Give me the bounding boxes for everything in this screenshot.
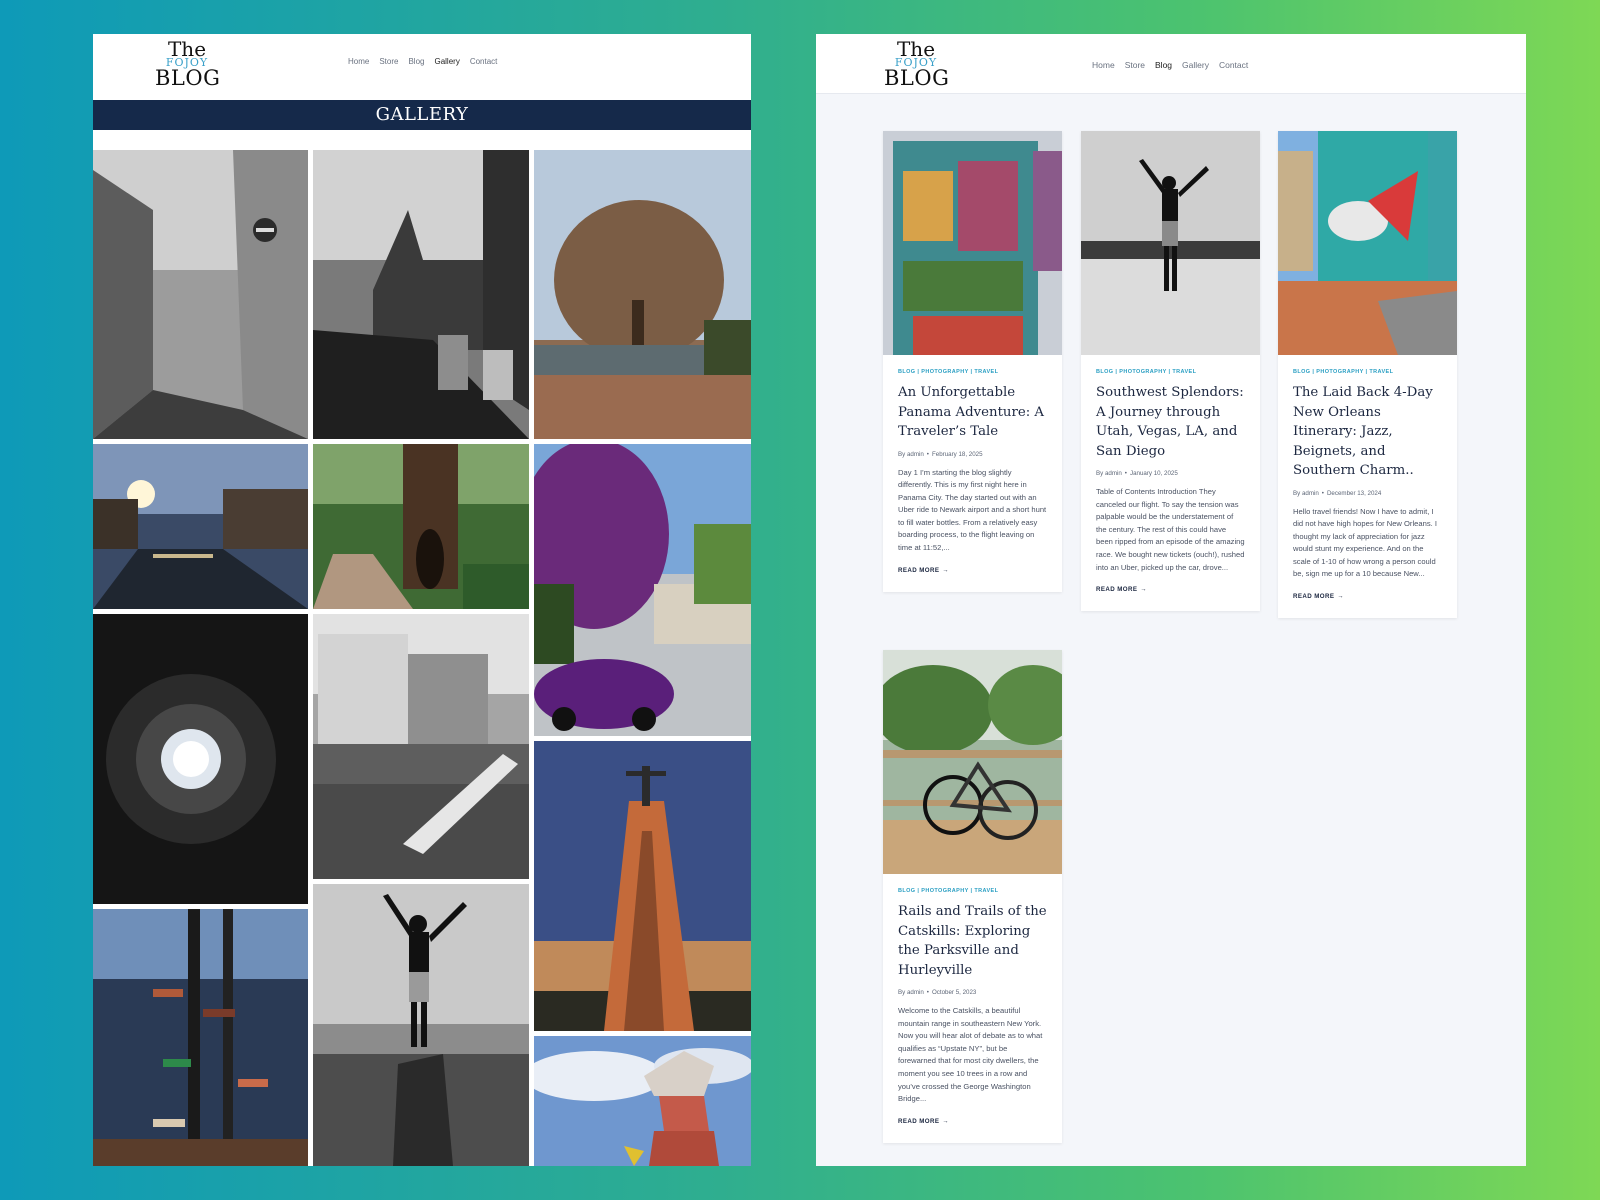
post-author[interactable]: By admin — [1096, 470, 1122, 477]
main-nav: Home Store Blog Gallery Contact — [348, 57, 497, 66]
main-nav: Home Store Blog Gallery Contact — [1092, 60, 1248, 70]
nav-blog[interactable]: Blog — [408, 57, 424, 66]
read-more-link[interactable]: READ MORE → — [1096, 586, 1245, 593]
arrow-right-icon: → — [1140, 586, 1148, 594]
post-excerpt: Hello travel friends! Now I have to admi… — [1293, 506, 1437, 579]
post-card[interactable]: BLOG | PHOTOGRAPHY | TRAVEL Southwest Sp… — [1081, 131, 1260, 612]
nav-blog[interactable]: Blog — [1155, 60, 1172, 70]
read-more-link[interactable]: READ MORE → — [1293, 593, 1442, 600]
gallery-photo-bench[interactable] — [313, 614, 529, 879]
gallery-photo-purple-beetle[interactable] — [534, 444, 751, 736]
post-excerpt: Day 1 I’m starting the blog slightly dif… — [898, 467, 1047, 553]
gallery-photo-street[interactable] — [93, 150, 308, 439]
post-author[interactable]: By admin — [898, 989, 924, 996]
post-excerpt: Table of Contents Introduction They canc… — [1096, 487, 1245, 572]
photo-willow-image — [534, 150, 751, 439]
photo-bruges-canal-image — [313, 150, 529, 439]
nav-contact[interactable]: Contact — [1219, 60, 1248, 70]
post-meta: By admin • February 18, 2025 — [898, 451, 1047, 458]
gallery-photo-redwood[interactable] — [313, 444, 529, 609]
post-title[interactable]: Southwest Splendors: A Journey through U… — [1096, 383, 1245, 461]
post-thumbnail-nola-mural-image — [1278, 131, 1457, 355]
site-header: The FOJOY BLOG Home Store Blog Gallery C… — [93, 34, 751, 100]
post-date: January 10, 2025 — [1129, 470, 1178, 477]
photo-rock-stack-image — [534, 1036, 751, 1166]
gallery-page: The FOJOY BLOG Home Store Blog Gallery C… — [93, 34, 751, 1166]
post-date: February 18, 2025 — [931, 450, 983, 458]
site-logo[interactable]: The FOJOY BLOG — [155, 39, 221, 92]
post-thumbnail[interactable] — [1278, 131, 1457, 355]
gallery-photo-canal-sunset[interactable] — [93, 444, 308, 609]
photo-purple-beetle-image — [534, 444, 751, 736]
post-meta: By admin • October 5, 2023 — [898, 989, 1047, 996]
post-author[interactable]: By admin — [898, 451, 924, 458]
nav-store[interactable]: Store — [379, 57, 398, 66]
post-card[interactable]: BLOG | PHOTOGRAPHY | TRAVEL The Laid Bac… — [1278, 131, 1457, 619]
post-date: October 5, 2023 — [931, 989, 977, 996]
post-meta: By admin • January 10, 2025 — [1096, 470, 1245, 477]
post-card[interactable]: BLOG | PHOTOGRAPHY | TRAVEL An Unforgett… — [883, 131, 1062, 592]
read-more-link[interactable]: READ MORE → — [898, 567, 1047, 574]
post-date: December 13, 2024 — [1326, 489, 1382, 497]
arrow-right-icon: → — [1337, 593, 1345, 601]
post-thumbnail[interactable] — [883, 650, 1062, 874]
blog-page: The FOJOY BLOG Home Store Blog Gallery C… — [816, 34, 1526, 1166]
post-title[interactable]: An Unforgettable Panama Adventure: A Tra… — [898, 383, 1047, 442]
read-more-label: READ MORE — [898, 1117, 940, 1125]
post-categories[interactable]: BLOG | PHOTOGRAPHY | TRAVEL — [1096, 369, 1245, 375]
post-title[interactable]: Rails and Trails of the Catskills: Explo… — [898, 902, 1047, 980]
nav-home[interactable]: Home — [1092, 60, 1115, 70]
gallery-photo-bruges-canal[interactable] — [313, 150, 529, 439]
photo-bench-image — [313, 614, 529, 879]
photo-canal-sunset-image — [93, 444, 308, 609]
gallery-photo-jump-bw[interactable] — [313, 884, 529, 1166]
post-excerpt: Welcome to the Catskills, a beautiful mo… — [898, 1006, 1043, 1104]
post-meta: By admin • December 13, 2024 — [1293, 490, 1442, 497]
nav-contact[interactable]: Contact — [470, 57, 498, 66]
read-more-link[interactable]: READ MORE → — [898, 1118, 1047, 1125]
photo-cristo-rei-image — [534, 741, 751, 1031]
arrow-right-icon: → — [942, 1117, 950, 1125]
arrow-right-icon: → — [942, 566, 950, 574]
read-more-label: READ MORE — [898, 566, 940, 574]
dot-separator-icon: • — [926, 989, 929, 996]
photo-well-image — [93, 614, 308, 904]
post-thumbnail-bikes-image — [883, 650, 1062, 874]
post-title[interactable]: The Laid Back 4-Day New Orleans Itinerar… — [1293, 383, 1442, 481]
dot-separator-icon: • — [1321, 489, 1324, 497]
gallery-photo-well[interactable] — [93, 614, 308, 904]
post-thumbnail-jump-image — [1081, 131, 1260, 355]
page-title: GALLERY — [93, 100, 751, 130]
read-more-label: READ MORE — [1096, 586, 1138, 594]
post-thumbnail-mural-image — [883, 131, 1062, 355]
post-categories[interactable]: BLOG | PHOTOGRAPHY | TRAVEL — [898, 888, 1047, 894]
nav-gallery[interactable]: Gallery — [1182, 60, 1209, 70]
logo-line-3: BLOG — [155, 66, 221, 90]
nav-home[interactable]: Home — [348, 57, 369, 66]
gallery-photo-cristo-rei[interactable] — [534, 741, 751, 1031]
photo-jump-bw-image — [313, 884, 529, 1166]
site-header: The FOJOY BLOG Home Store Blog Gallery C… — [816, 34, 1526, 94]
photo-street-image — [93, 150, 308, 439]
post-thumbnail[interactable] — [1081, 131, 1260, 355]
nav-gallery[interactable]: Gallery — [434, 57, 459, 66]
post-card[interactable]: BLOG | PHOTOGRAPHY | TRAVEL Rails and Tr… — [883, 650, 1062, 1143]
post-author[interactable]: By admin — [1293, 490, 1319, 497]
site-logo[interactable]: The FOJOY BLOG — [884, 39, 950, 92]
post-thumbnail[interactable] — [883, 131, 1062, 355]
dot-separator-icon: • — [926, 450, 929, 458]
gallery-photo-bottle-tree[interactable] — [93, 909, 308, 1166]
logo-line-3: BLOG — [884, 66, 950, 90]
read-more-label: READ MORE — [1293, 593, 1335, 601]
post-categories[interactable]: BLOG | PHOTOGRAPHY | TRAVEL — [898, 369, 1047, 375]
dot-separator-icon: • — [1124, 470, 1127, 477]
gallery-photo-willow[interactable] — [534, 150, 751, 439]
nav-store[interactable]: Store — [1125, 60, 1145, 70]
post-categories[interactable]: BLOG | PHOTOGRAPHY | TRAVEL — [1293, 369, 1442, 375]
photo-redwood-image — [313, 444, 529, 609]
photo-bottle-tree-image — [93, 909, 308, 1166]
gallery-photo-rock-stack[interactable] — [534, 1036, 751, 1166]
